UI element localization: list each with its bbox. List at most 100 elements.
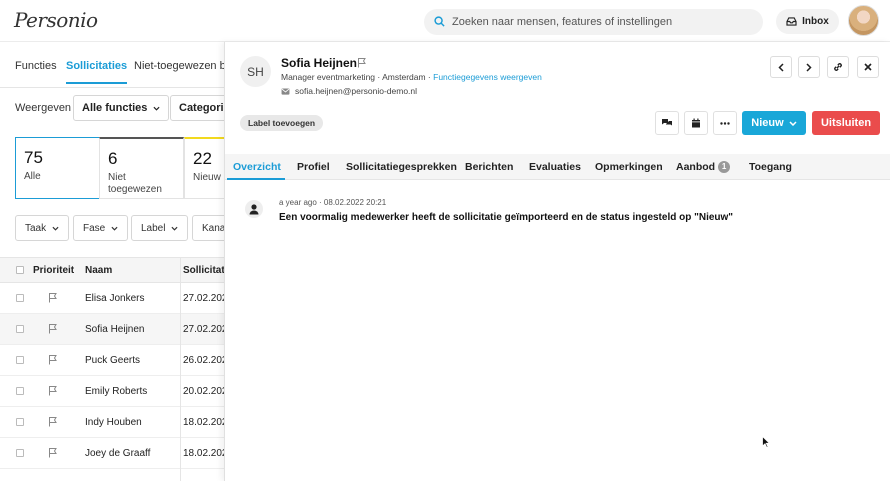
chevron-right-icon: [806, 62, 812, 72]
stat-card-new[interactable]: 22 Nieuw: [184, 137, 224, 199]
inbox-icon: [786, 17, 797, 26]
application-date: 18.02.202: [183, 417, 224, 428]
applicant-avatar: SH: [240, 56, 271, 87]
new-button-label: Nieuw: [751, 117, 784, 129]
applicant-name: Indy Houben: [85, 417, 142, 428]
functions-dropdown[interactable]: Alle functies: [73, 95, 170, 121]
table-row[interactable]: Puck Geerts 26.02.202: [0, 345, 224, 376]
close-panel-button[interactable]: [857, 56, 879, 78]
activity-timestamp: a year ago · 08.02.2022 20:21: [279, 198, 387, 207]
detail-tabs: Overzicht Profiel Sollicitatiegesprekken…: [225, 154, 890, 180]
column-divider: [180, 257, 181, 481]
applicant-detail-panel: SH Sofia Heijnen Manager eventmarketing …: [224, 42, 890, 481]
stat-count: 6: [108, 149, 118, 168]
chevron-left-icon: [778, 62, 784, 72]
table-row[interactable]: Elisa Jonkers 27.02.202: [0, 283, 224, 314]
tab-berichten[interactable]: Berichten: [465, 161, 513, 173]
position-location: Manager eventmarketing · Amsterdam ·: [281, 72, 434, 82]
search-input[interactable]: [452, 9, 752, 35]
stat-count: 75: [24, 148, 43, 167]
inbox-button[interactable]: Inbox: [776, 9, 839, 34]
close-icon: [864, 63, 872, 71]
person-icon: [249, 204, 259, 215]
chevron-down-icon: [52, 226, 59, 231]
global-search[interactable]: [424, 9, 763, 35]
new-button[interactable]: Nieuw: [742, 111, 806, 135]
add-label-button[interactable]: Label toevoegen: [240, 115, 324, 131]
tab-aanbod-label: Aanbod: [676, 161, 716, 173]
row-checkbox[interactable]: [16, 449, 24, 457]
functions-dropdown-label: Alle functies: [82, 102, 148, 114]
activity-user-icon: [245, 200, 263, 218]
flag-icon[interactable]: [48, 323, 58, 334]
more-actions-button[interactable]: [713, 111, 737, 135]
email-text[interactable]: sofia.heijnen@personio-demo.nl: [295, 86, 417, 96]
exclude-button[interactable]: Uitsluiten: [812, 111, 880, 135]
application-date: 26.02.202: [183, 355, 224, 366]
table-header: Prioriteit Naam Sollicitati: [0, 257, 224, 283]
personio-logo[interactable]: Personio: [14, 8, 98, 32]
row-checkbox[interactable]: [16, 294, 24, 302]
activity-description: Een voormalig medewerker heeft de sollic…: [279, 212, 734, 223]
applicant-email: sofia.heijnen@personio-demo.nl: [281, 86, 417, 96]
stat-card-unassigned[interactable]: 6 Niet toegewezen: [99, 137, 184, 199]
tab-sollicitatiegesprekken[interactable]: Sollicitatiegesprekken: [346, 161, 457, 173]
application-date: 18.02.202: [183, 448, 224, 459]
filter-label: Label: [141, 222, 166, 234]
calendar-button[interactable]: [684, 111, 708, 135]
category-dropdown[interactable]: Categorie: [170, 95, 224, 121]
flag-icon[interactable]: [357, 57, 367, 68]
filter-phase[interactable]: Fase: [73, 215, 129, 241]
messages-button[interactable]: [655, 111, 679, 135]
stat-card-all[interactable]: 75 Alle: [15, 137, 100, 199]
copy-link-button[interactable]: [827, 56, 849, 78]
chevron-down-icon: [789, 120, 797, 126]
applicant-name: Emily Roberts: [85, 386, 148, 397]
row-checkbox[interactable]: [16, 387, 24, 395]
flag-icon[interactable]: [48, 416, 58, 427]
tab-sollicitaties[interactable]: Sollicitaties: [66, 60, 128, 84]
list-tabs: Functies Sollicitaties Niet-toegewezen b…: [0, 42, 224, 88]
table-row[interactable]: Indy Houben 18.02.202: [0, 407, 224, 438]
row-checkbox[interactable]: [16, 356, 24, 364]
application-date: 20.02.202: [183, 386, 224, 397]
table-row[interactable]: Emily Roberts 20.02.202: [0, 376, 224, 407]
flag-icon[interactable]: [48, 354, 58, 365]
user-avatar[interactable]: [848, 5, 879, 36]
flag-icon[interactable]: [48, 385, 58, 396]
view-position-link[interactable]: Functiegegevens weergeven: [433, 72, 542, 82]
stat-label: Nieuw: [193, 172, 221, 183]
tab-niet-toegewezen[interactable]: Niet-toegewezen ber: [134, 60, 224, 72]
select-all-checkbox[interactable]: [16, 266, 24, 274]
tab-evaluaties[interactable]: Evaluaties: [529, 161, 581, 173]
filter-label-dropdown[interactable]: Label: [131, 215, 189, 241]
tab-overzicht[interactable]: Overzicht: [233, 161, 281, 173]
chevron-down-icon: [153, 106, 160, 111]
filter-label: Kana: [202, 222, 224, 234]
tab-functies[interactable]: Functies: [15, 60, 57, 72]
tab-opmerkingen[interactable]: Opmerkingen: [595, 161, 663, 173]
filter-task[interactable]: Taak: [15, 215, 70, 241]
tab-toegang[interactable]: Toegang: [749, 161, 792, 173]
calendar-icon: [692, 118, 700, 128]
filter-label: Fase: [83, 222, 106, 234]
column-application-date[interactable]: Sollicitati: [183, 265, 224, 276]
mouse-pointer-icon: [762, 436, 770, 448]
mail-icon: [281, 87, 290, 95]
row-checkbox[interactable]: [16, 418, 24, 426]
column-priority[interactable]: Prioriteit: [33, 265, 74, 276]
application-date: 27.02.202: [183, 324, 224, 335]
tab-aanbod[interactable]: Aanbod 1: [676, 161, 731, 173]
tab-profiel[interactable]: Profiel: [297, 161, 330, 173]
flag-icon[interactable]: [48, 292, 58, 303]
row-checkbox[interactable]: [16, 325, 24, 333]
flag-icon[interactable]: [48, 447, 58, 458]
table-row[interactable]: Sofia Heijnen 27.02.202: [0, 314, 224, 345]
column-name[interactable]: Naam: [85, 265, 112, 276]
next-applicant-button[interactable]: [798, 56, 820, 78]
stat-count: 22: [193, 149, 212, 168]
previous-applicant-button[interactable]: [770, 56, 792, 78]
view-label: Weergeven: [15, 102, 72, 114]
table-row[interactable]: Joey de Graaff 18.02.202: [0, 438, 224, 469]
filter-channel[interactable]: Kana: [192, 215, 224, 241]
